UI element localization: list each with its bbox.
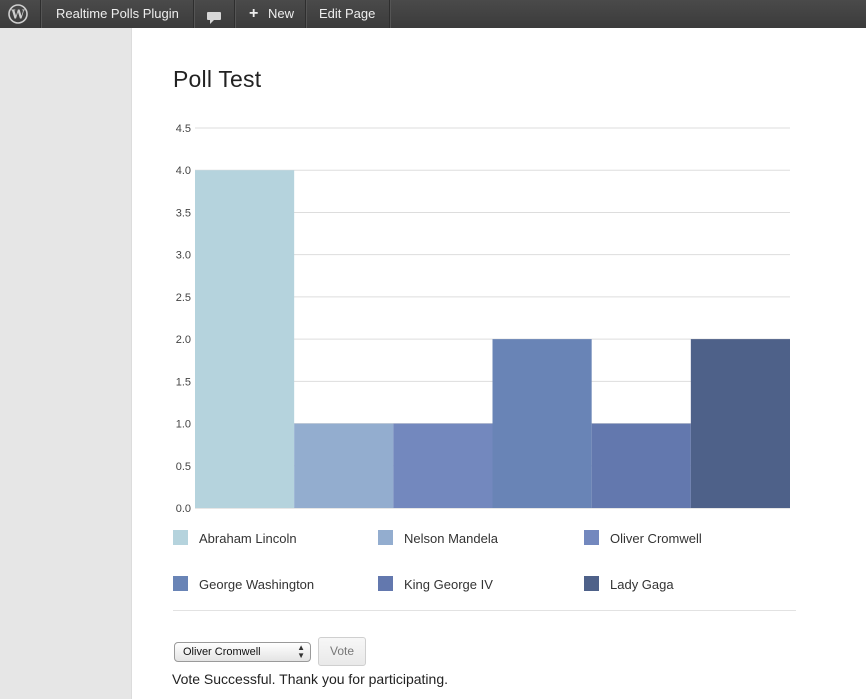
legend-label: Lady Gaga bbox=[610, 577, 674, 592]
y-tick-label: 3.0 bbox=[176, 250, 191, 262]
admin-bar: W Realtime Polls Plugin + New Edit Page bbox=[0, 0, 866, 28]
legend-divider bbox=[173, 610, 796, 611]
select-arrows-icon: ▲ ▼ bbox=[297, 643, 305, 660]
y-tick-label: 0.5 bbox=[176, 461, 191, 473]
legend-swatch bbox=[378, 530, 393, 545]
legend-swatch bbox=[378, 576, 393, 591]
select-selected-value: Oliver Cromwell bbox=[183, 646, 261, 658]
poll-option-select[interactable]: Oliver Cromwell ▲ ▼ bbox=[174, 642, 311, 662]
bar-abraham-lincoln bbox=[195, 170, 295, 508]
bar-george-washington bbox=[492, 339, 592, 508]
y-tick-label: 1.0 bbox=[176, 419, 191, 431]
y-tick-label: 3.5 bbox=[176, 207, 191, 219]
site-name-link[interactable]: Realtime Polls Plugin bbox=[56, 0, 179, 28]
page-title: Poll Test bbox=[173, 66, 262, 92]
status-message: Vote Successful. Thank you for participa… bbox=[172, 671, 449, 687]
legend-swatch bbox=[584, 576, 599, 591]
legend-label: Abraham Lincoln bbox=[199, 531, 297, 546]
y-tick-label: 2.5 bbox=[176, 292, 191, 304]
y-tick-label: 4.0 bbox=[176, 165, 191, 177]
plus-icon[interactable]: + bbox=[249, 0, 258, 28]
y-tick-label: 2.0 bbox=[176, 334, 191, 346]
admin-bar-divider bbox=[234, 0, 235, 28]
legend-label: Oliver Cromwell bbox=[610, 531, 702, 546]
svg-text:W: W bbox=[10, 8, 25, 22]
y-tick-label: 1.5 bbox=[176, 376, 191, 388]
y-tick-label: 0.0 bbox=[176, 503, 191, 515]
legend-label: Nelson Mandela bbox=[404, 531, 498, 546]
left-sidebar bbox=[0, 28, 132, 699]
admin-bar-divider bbox=[389, 0, 390, 28]
vote-button[interactable]: Vote bbox=[318, 637, 366, 666]
wordpress-logo-icon[interactable]: W bbox=[8, 4, 28, 24]
bar-nelson-mandela bbox=[294, 423, 394, 508]
bar-lady-gaga bbox=[690, 339, 790, 508]
poll-results-chart: 0.0 0.5 1.0 1.5 2.0 2.5 3.0 3.5 4.0 4.5 bbox=[176, 123, 790, 515]
y-tick-label: 4.5 bbox=[176, 123, 191, 135]
new-content-link[interactable]: New bbox=[268, 0, 294, 28]
edit-page-link[interactable]: Edit Page bbox=[319, 0, 375, 28]
legend-label: King George IV bbox=[404, 577, 493, 592]
legend-swatch bbox=[584, 530, 599, 545]
legend-label: George Washington bbox=[199, 577, 315, 592]
legend-swatch bbox=[173, 530, 188, 545]
legend-swatch bbox=[173, 576, 188, 591]
admin-bar-divider bbox=[305, 0, 306, 28]
admin-bar-divider bbox=[40, 0, 41, 28]
admin-bar-divider bbox=[193, 0, 194, 28]
bar-oliver-cromwell bbox=[393, 423, 493, 508]
bar-king-george-iv bbox=[591, 423, 691, 508]
comment-bubble-icon[interactable] bbox=[206, 7, 222, 24]
